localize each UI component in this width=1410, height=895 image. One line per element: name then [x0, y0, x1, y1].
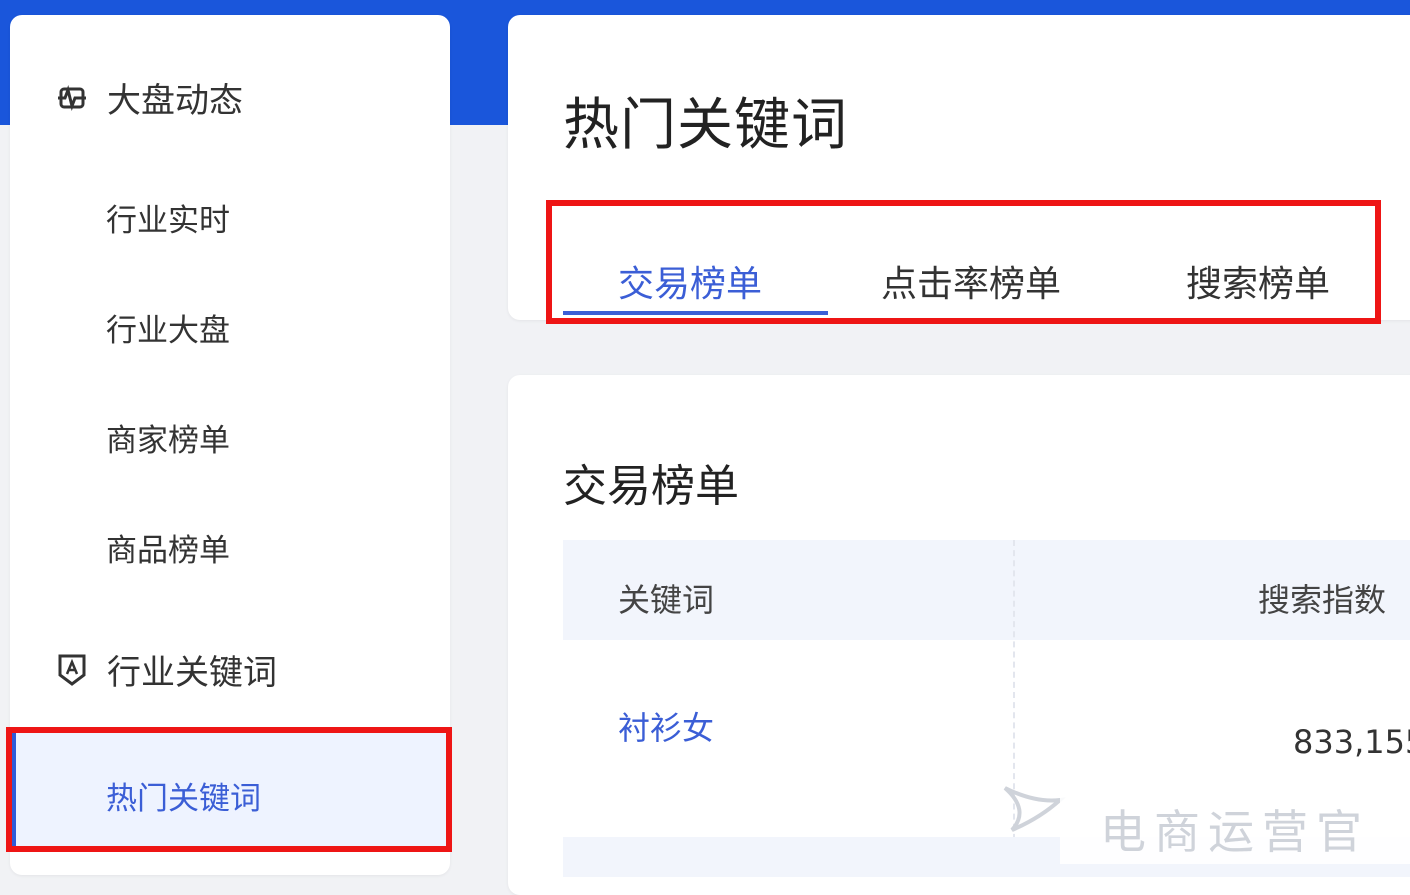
watermark-text: 电商运营官 — [1100, 805, 1370, 859]
tab-transaction-ranking[interactable]: 交易榜单 — [618, 255, 762, 307]
column-header-keyword[interactable]: 关键词 — [618, 575, 714, 621]
active-tab-underline — [563, 311, 828, 315]
tab-search-ranking[interactable]: 搜索榜单 — [1186, 255, 1330, 307]
search-index-value: 833,155 — [1293, 723, 1410, 761]
sidebar-item-industry-overview[interactable]: 行业大盘 — [106, 305, 230, 350]
sidebar-item-merchant-ranking[interactable]: 商家榜单 — [106, 415, 230, 460]
page-title: 热门关键词 — [563, 93, 848, 158]
sidebar: 大盘动态 行业实时 行业大盘 商家榜单 商品榜单 行业关键词 热门关键词 — [10, 15, 450, 875]
keyword-link[interactable]: 衬衫女 — [618, 703, 714, 749]
sidebar-active-indicator — [10, 730, 16, 850]
nav-group-label: 行业关键词 — [107, 653, 277, 693]
sidebar-item-hot-keywords[interactable]: 热门关键词 — [106, 773, 261, 818]
sidebar-item-product-ranking[interactable]: 商品榜单 — [106, 525, 230, 570]
section-title: 交易榜单 — [563, 461, 739, 512]
table-header-row: 关键词 搜索指数 — [563, 540, 1410, 640]
nav-group-industry-keywords[interactable]: 行业关键词 — [55, 645, 277, 694]
keyword-shield-icon — [55, 653, 89, 687]
header-card: 热门关键词 交易榜单 点击率榜单 搜索榜单 — [508, 15, 1410, 320]
column-header-search-index[interactable]: 搜索指数 — [1258, 575, 1386, 621]
nav-group-market-dynamics[interactable]: 大盘动态 — [55, 73, 243, 122]
watermark: 电商运营官 — [1060, 792, 1410, 864]
nav-group-label: 大盘动态 — [107, 81, 243, 121]
sidebar-item-industry-realtime[interactable]: 行业实时 — [106, 195, 230, 240]
tab-ctr-ranking[interactable]: 点击率榜单 — [881, 255, 1061, 307]
market-pulse-icon — [55, 81, 89, 115]
